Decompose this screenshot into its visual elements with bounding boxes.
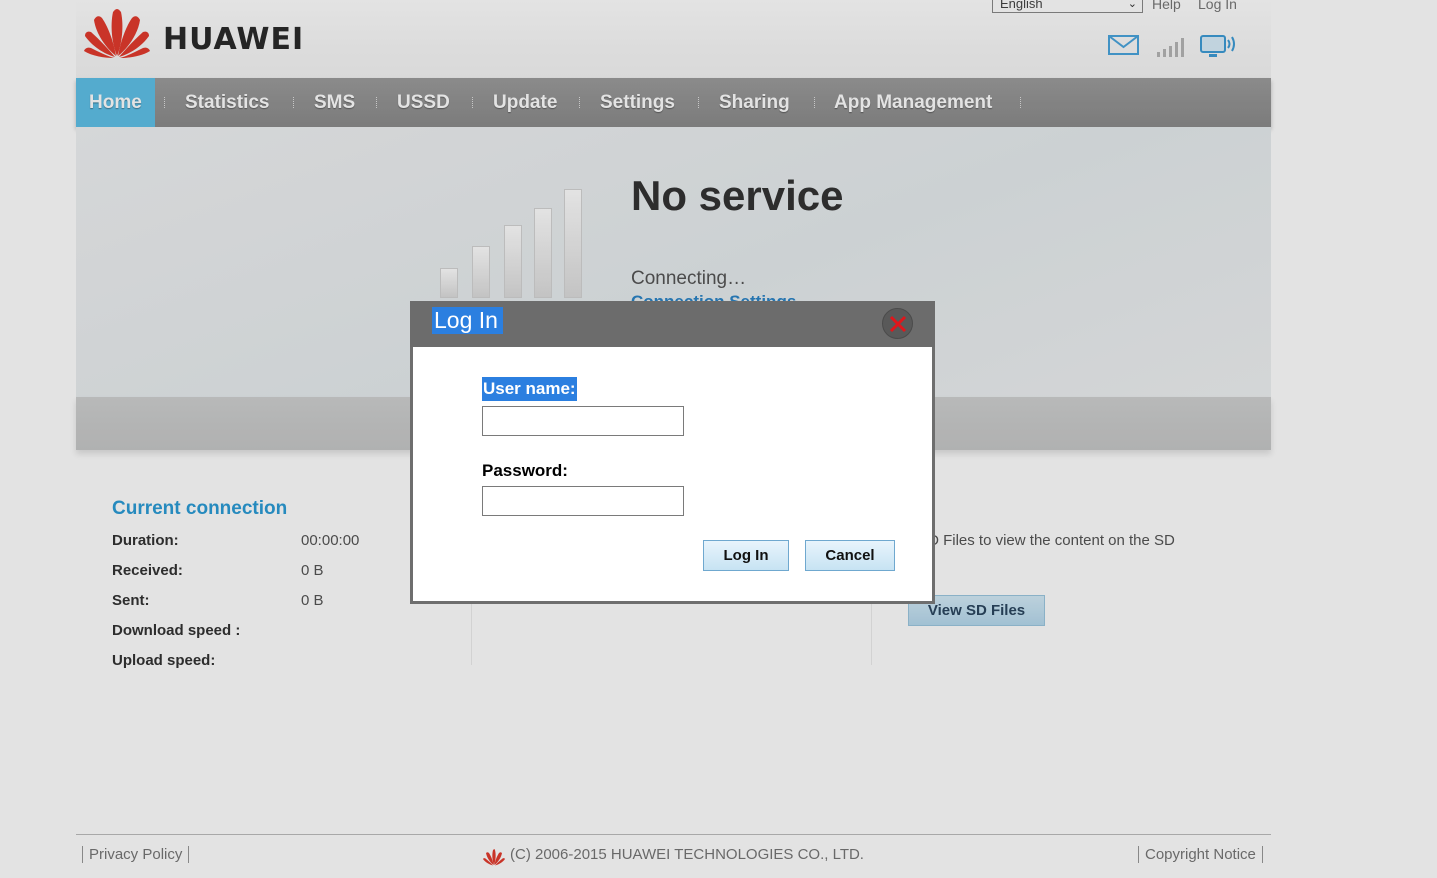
close-icon [889, 315, 907, 333]
username-label: User name: [482, 377, 577, 401]
cancel-button[interactable]: Cancel [805, 540, 895, 571]
dialog-title: Log In [432, 307, 503, 334]
password-label: Password: [482, 461, 568, 480]
login-button[interactable]: Log In [703, 540, 789, 571]
dialog-header: Log In [410, 301, 935, 347]
username-input[interactable] [482, 406, 684, 436]
close-button[interactable] [882, 308, 913, 339]
password-input[interactable] [482, 486, 684, 516]
login-dialog: Log In User name: Password: Log In Cance… [410, 301, 935, 604]
